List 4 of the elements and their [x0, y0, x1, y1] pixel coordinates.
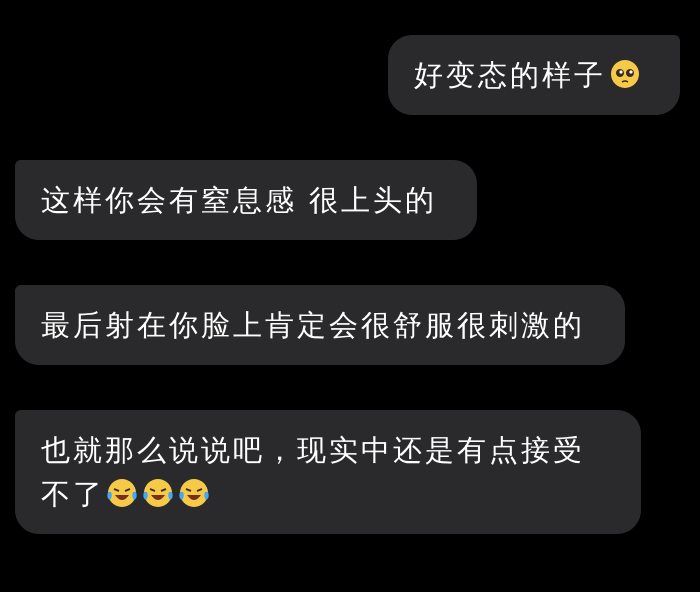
received-message-bubble: 这样你会有窒息感 很上头的 [15, 160, 478, 240]
sent-message-bubble: 好变态的样子 [388, 35, 680, 115]
received-message-bubble: 也就那么说说吧，现实中还是有点接受不了 [15, 410, 641, 534]
received-message-bubble: 最后射在你脸上肯定会很舒服很刺激的 [15, 285, 625, 365]
